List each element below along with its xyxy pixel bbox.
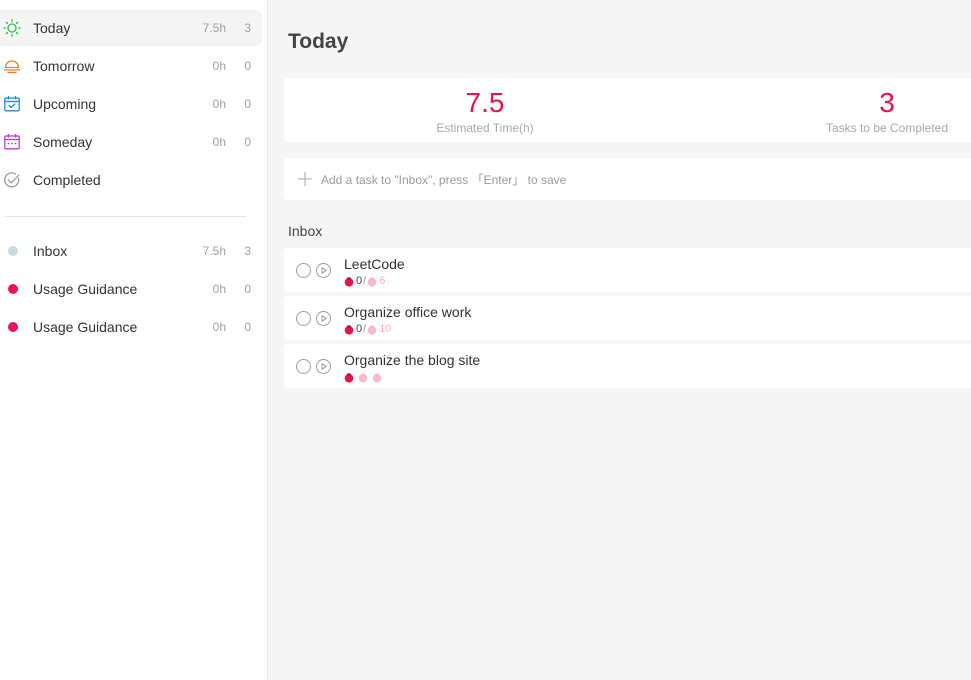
sidebar-item-tomorrow[interactable]: Tomorrow 0h 0 [0, 48, 262, 84]
task-item[interactable]: Organize the blog site [284, 344, 971, 388]
play-icon[interactable] [316, 263, 331, 278]
check-circle-icon [3, 171, 21, 189]
sidebar-item-label: Someday [33, 134, 93, 150]
tomato-estimate-icon [367, 276, 377, 286]
plus-icon [297, 171, 313, 187]
estimated-time-value: 7.5 [465, 87, 505, 118]
project-color-dot [8, 322, 18, 332]
task-title: Organize the blog site [344, 352, 481, 368]
sidebar-item-count: 3 [244, 21, 251, 35]
sidebar-item-count: 0 [244, 282, 251, 296]
pomodoro-separator: / [363, 275, 367, 287]
tomato-estimate-icon [358, 372, 368, 382]
sidebar-item-label: Today [33, 20, 71, 36]
add-task-placeholder: Add a task to "Inbox", press 「Enter」 to … [321, 173, 567, 187]
pomodoros-done: 0 [356, 275, 363, 287]
sidebar-item-count: 0 [244, 135, 251, 149]
sidebar-item-label: Usage Guidance [33, 319, 138, 335]
tasks-count-value: 3 [879, 87, 895, 118]
sidebar-item-count: 0 [244, 97, 251, 111]
project-color-dot [8, 284, 18, 294]
sidebar-item-hours: 7.5h [202, 21, 226, 35]
sidebar-item-hours: 0h [212, 97, 226, 111]
sidebar-item-hours: 0h [212, 59, 226, 73]
task-complete-checkbox[interactable] [296, 359, 311, 374]
task-pomodoro-meta [344, 371, 382, 383]
pomodoros-estimate: 6 [379, 275, 386, 287]
sunrise-icon [3, 57, 21, 75]
task-title: Organize office work [344, 304, 472, 320]
sidebar-project-inbox[interactable]: Inbox 7.5h 3 [0, 233, 262, 269]
play-icon[interactable] [316, 311, 331, 326]
stats-card: 7.5 Estimated Time(h) 3 Tasks to be Comp… [284, 78, 971, 142]
tasks-count-label: Tasks to be Completed [825, 121, 949, 135]
calendar-icon [3, 133, 21, 151]
sidebar-item-someday[interactable]: Someday 0h 0 [0, 124, 262, 160]
sidebar-project-usage-guidance[interactable]: Usage Guidance 0h 0 [0, 271, 262, 307]
sidebar-item-completed[interactable]: Completed [0, 162, 262, 198]
task-item[interactable]: LeetCode 0 / 6 [284, 248, 971, 292]
play-icon[interactable] [316, 359, 331, 374]
add-task-input[interactable]: Add a task to "Inbox", press 「Enter」 to … [284, 158, 971, 200]
page-title: Today [288, 30, 349, 53]
tomato-icon [344, 324, 354, 334]
sidebar-item-count: 3 [244, 244, 251, 258]
sidebar-item-hours: 0h [212, 282, 226, 296]
sidebar-item-label: Completed [33, 172, 101, 188]
sidebar-item-hours: 0h [212, 135, 226, 149]
task-title: LeetCode [344, 256, 405, 272]
sidebar-item-today[interactable]: Today 7.5h 3 [0, 10, 262, 46]
calendar-check-icon [3, 95, 21, 113]
main-panel: Today 7.5 Estimated Time(h) 3 Tasks to b… [269, 0, 971, 680]
sidebar: Today 7.5h 3 Tomorrow 0h 0 Upcoming 0h 0… [0, 0, 268, 680]
section-title-inbox: Inbox [288, 223, 323, 239]
sidebar-project-usage-guidance-2[interactable]: Usage Guidance 0h 0 [0, 309, 262, 345]
pomodoros-done: 0 [356, 323, 363, 335]
sidebar-item-label: Inbox [33, 243, 68, 259]
task-pomodoro-meta: 0 / 6 [344, 275, 385, 287]
sidebar-item-hours: 0h [212, 320, 226, 334]
sidebar-item-label: Upcoming [33, 96, 97, 112]
estimated-time-label: Estimated Time(h) [436, 121, 534, 135]
sidebar-item-label: Usage Guidance [33, 281, 138, 297]
sidebar-divider [5, 216, 246, 217]
sidebar-item-count: 0 [244, 320, 251, 334]
tomato-estimate-icon [367, 324, 377, 334]
sun-icon [3, 19, 21, 37]
task-item[interactable]: Organize office work 0 / 10 [284, 296, 971, 340]
sidebar-item-count: 0 [244, 59, 251, 73]
task-pomodoro-meta: 0 / 10 [344, 323, 391, 335]
sidebar-item-label: Tomorrow [33, 58, 95, 74]
sidebar-item-upcoming[interactable]: Upcoming 0h 0 [0, 86, 262, 122]
task-complete-checkbox[interactable] [296, 263, 311, 278]
pomodoro-separator: / [363, 323, 367, 335]
project-color-dot [8, 246, 18, 256]
tomato-icon [344, 276, 354, 286]
tomato-icon [344, 372, 354, 382]
pomodoros-estimate: 10 [379, 323, 392, 335]
task-complete-checkbox[interactable] [296, 311, 311, 326]
tomato-estimate-icon [372, 372, 382, 382]
sidebar-item-hours: 7.5h [202, 244, 226, 258]
